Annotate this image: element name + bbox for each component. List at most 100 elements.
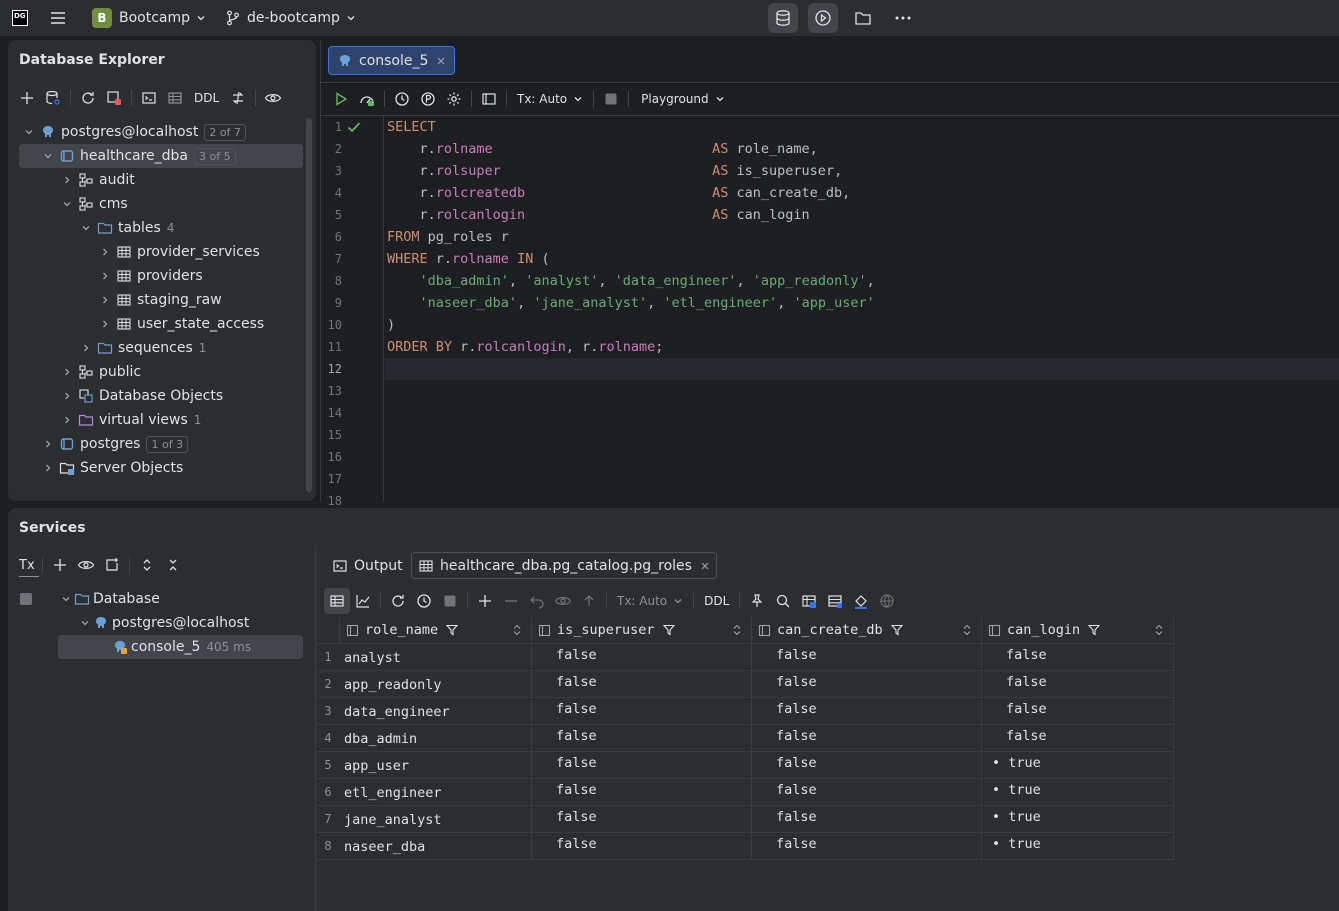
tree-node-public[interactable]: public: [59, 360, 141, 384]
expand-toggle[interactable]: [78, 340, 94, 356]
expand-toggle[interactable]: [59, 388, 75, 404]
filter-icon[interactable]: [662, 624, 675, 636]
new-tab-button[interactable]: [99, 552, 125, 578]
export-data-button[interactable]: [796, 588, 822, 614]
expand-toggle[interactable]: [40, 460, 56, 476]
cell-role-name[interactable]: app_readonly: [340, 671, 532, 698]
view-options-button[interactable]: [260, 85, 286, 111]
service-node-console-5[interactable]: console_5 405 ms: [58, 635, 303, 659]
collapse-toggle[interactable]: [40, 148, 56, 164]
tree-node-sequences[interactable]: sequences 1: [78, 336, 206, 360]
grid-ddl-button[interactable]: DDL: [698, 588, 735, 614]
collapse-toggle[interactable]: [78, 220, 94, 236]
cell-can-login[interactable]: false: [982, 671, 1174, 698]
data-source-properties-button[interactable]: [40, 85, 66, 111]
history-button[interactable]: [389, 86, 415, 112]
reload-button[interactable]: [385, 588, 411, 614]
branch-selector[interactable]: de-bootcamp: [226, 0, 356, 36]
ddl-button[interactable]: DDL: [188, 85, 225, 111]
cell-can-create-db[interactable]: false: [752, 725, 982, 752]
pin-tab-button[interactable]: [744, 588, 770, 614]
cell-format-button[interactable]: [848, 588, 874, 614]
cell-is-superuser[interactable]: false: [532, 644, 752, 671]
table-view-button[interactable]: [324, 588, 350, 614]
table-row[interactable]: 5 app_user false false • true: [316, 752, 1174, 779]
table-row[interactable]: 2 app_readonly false false false: [316, 671, 1174, 698]
close-icon[interactable]: [700, 561, 710, 571]
cell-role-name[interactable]: jane_analyst: [340, 806, 532, 833]
cell-can-login[interactable]: false: [982, 698, 1174, 725]
sort-icon[interactable]: [513, 624, 521, 636]
tree-node-database-objects[interactable]: Database Objects: [59, 384, 223, 408]
cell-role-name[interactable]: etl_engineer: [340, 779, 532, 806]
tree-node-postgres[interactable]: postgres 1 of 3: [40, 432, 189, 456]
filter-icon[interactable]: [446, 624, 459, 636]
column-header-is-superuser[interactable]: is_superuser: [532, 617, 752, 644]
result-tab-output[interactable]: Output: [326, 552, 409, 579]
view-options-button[interactable]: [73, 552, 99, 578]
table-row[interactable]: 4 dba_admin false false false: [316, 725, 1174, 752]
cell-is-superuser[interactable]: false: [532, 698, 752, 725]
cell-is-superuser[interactable]: false: [532, 752, 752, 779]
tree-node-server-objects[interactable]: Server Objects: [40, 456, 183, 480]
cell-role-name[interactable]: naseer_dba: [340, 833, 532, 860]
expand-toggle[interactable]: [97, 292, 113, 308]
database-tool-button[interactable]: [768, 3, 798, 33]
add-service-button[interactable]: [47, 552, 73, 578]
sort-icon[interactable]: [733, 624, 741, 636]
cell-role-name[interactable]: analyst: [340, 644, 532, 671]
parameters-button[interactable]: [415, 86, 441, 112]
service-node-database[interactable]: Database: [58, 587, 160, 611]
filter-icon[interactable]: [890, 624, 903, 636]
cell-can-create-db[interactable]: false: [752, 698, 982, 725]
expand-all-button[interactable]: [134, 552, 160, 578]
output-panel-button[interactable]: [476, 86, 502, 112]
cell-can-create-db[interactable]: false: [752, 806, 982, 833]
column-header-role-name[interactable]: role_name: [340, 617, 532, 644]
import-data-button[interactable]: [822, 588, 848, 614]
transaction-filter-button[interactable]: Tx: [16, 552, 38, 578]
disconnect-button[interactable]: [101, 85, 127, 111]
search-button[interactable]: [770, 588, 796, 614]
services-tool-button[interactable]: [808, 3, 838, 33]
cell-role-name[interactable]: app_user: [340, 752, 532, 779]
cell-can-create-db[interactable]: false: [752, 644, 982, 671]
execute-button[interactable]: [328, 86, 354, 112]
view-table-button[interactable]: [162, 85, 188, 111]
cell-can-login[interactable]: • true: [982, 806, 1174, 833]
chart-view-button[interactable]: [350, 588, 376, 614]
table-row[interactable]: 7 jane_analyst false false • true: [316, 806, 1174, 833]
project-tool-button[interactable]: [848, 3, 878, 33]
cell-can-login[interactable]: • true: [982, 833, 1174, 860]
cell-can-create-db[interactable]: false: [752, 671, 982, 698]
tree-scrollbar[interactable]: [306, 118, 312, 492]
table-row[interactable]: 8 naseer_dba false false • true: [316, 833, 1174, 860]
collapse-toggle[interactable]: [58, 591, 74, 607]
collapse-toggle[interactable]: [59, 196, 75, 212]
web-view-button[interactable]: [874, 588, 900, 614]
cell-is-superuser[interactable]: false: [532, 833, 752, 860]
cell-is-superuser[interactable]: false: [532, 671, 752, 698]
cell-can-login[interactable]: false: [982, 644, 1174, 671]
tree-node-virtual-views[interactable]: virtual views 1: [59, 408, 201, 432]
expand-toggle[interactable]: [59, 412, 75, 428]
expand-toggle[interactable]: [97, 316, 113, 332]
cell-can-login[interactable]: • true: [982, 779, 1174, 806]
more-tools-button[interactable]: [888, 3, 918, 33]
column-header-can-login[interactable]: can_login: [982, 617, 1174, 644]
compare-button[interactable]: [225, 85, 251, 111]
tree-node-staging-raw[interactable]: staging_raw: [97, 288, 222, 312]
cell-can-create-db[interactable]: false: [752, 779, 982, 806]
delete-row-button[interactable]: [498, 588, 524, 614]
submit-button[interactable]: [576, 588, 602, 614]
cell-role-name[interactable]: dba_admin: [340, 725, 532, 752]
collapse-toggle[interactable]: [21, 124, 37, 140]
cell-can-login[interactable]: false: [982, 725, 1174, 752]
cell-can-create-db[interactable]: false: [752, 833, 982, 860]
main-menu-button[interactable]: [48, 0, 68, 36]
tree-node-cms[interactable]: cms: [59, 192, 128, 216]
collapse-toggle[interactable]: [77, 615, 93, 631]
cell-can-login[interactable]: • true: [982, 752, 1174, 779]
app-logo[interactable]: DG: [12, 0, 28, 36]
stop-button[interactable]: [598, 86, 624, 112]
